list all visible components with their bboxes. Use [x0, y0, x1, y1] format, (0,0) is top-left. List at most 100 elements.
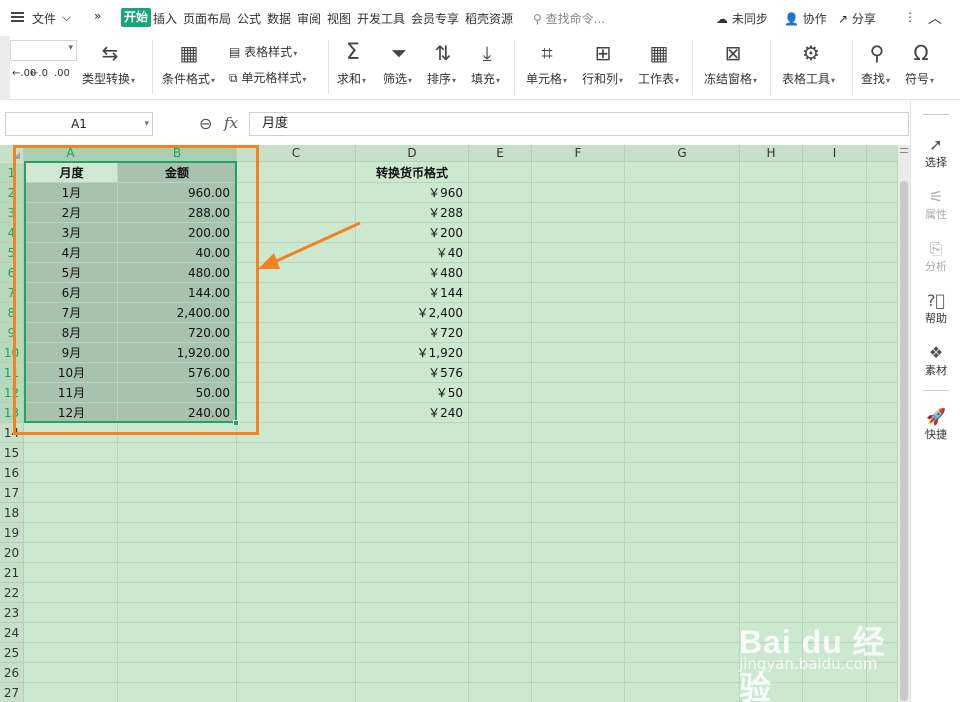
filter-button[interactable]: 筛选▾ [383, 70, 412, 87]
fx-icon[interactable]: fx [224, 114, 238, 132]
column-header-i[interactable]: I [803, 145, 867, 162]
cell-currency[interactable]: ￥576 [356, 363, 469, 383]
row-header-16[interactable]: 16 [0, 463, 24, 483]
cell-style-button[interactable]: ⧉ 单元格样式▾ [229, 69, 306, 86]
cell-button[interactable]: 单元格▾ [526, 70, 567, 87]
row-header-15[interactable]: 15 [0, 443, 24, 463]
tab-formulas[interactable]: 公式 [237, 10, 261, 27]
tab-page-layout[interactable]: 页面布局 [183, 10, 231, 27]
tab-member[interactable]: 会员专享 [411, 10, 459, 27]
row-header-22[interactable]: 22 [0, 583, 24, 603]
hamburger-menu-icon[interactable] [11, 12, 24, 22]
formula-bar: A1 ⊖ fx 月度 [0, 112, 914, 136]
panel-help[interactable]: ?⃝ 帮助 [911, 292, 960, 326]
name-box[interactable]: A1 [5, 112, 153, 136]
column-header-g[interactable]: G [625, 145, 740, 162]
conditional-format-button[interactable]: 条件格式▾ [162, 70, 215, 87]
panel-analyze[interactable]: ⎘ 分析 [911, 240, 960, 274]
row-header-25[interactable]: 25 [0, 643, 24, 663]
find-icon: ⚲ [869, 41, 885, 65]
row-header-18[interactable]: 18 [0, 503, 24, 523]
tab-data[interactable]: 数据 [267, 10, 291, 27]
share-button[interactable]: ↗ 分享 [838, 10, 876, 27]
worksheet-button[interactable]: 工作表▾ [638, 70, 679, 87]
ribbon-left-scroll[interactable] [0, 36, 10, 100]
row-header-23[interactable]: 23 [0, 603, 24, 623]
formula-input[interactable]: 月度 [249, 112, 909, 136]
sort-button[interactable]: 排序▾ [427, 70, 456, 87]
cell-currency[interactable]: ￥1,920 [356, 343, 469, 363]
grid-row-line [24, 602, 898, 603]
sync-label: 未同步 [731, 12, 768, 26]
tab-developer[interactable]: 开发工具 [357, 10, 405, 27]
more-options-icon[interactable]: ⋮ [904, 10, 916, 24]
row-header-20[interactable]: 20 [0, 543, 24, 563]
chevron-down-icon[interactable]: ⌵ [62, 10, 71, 25]
row-header-26[interactable]: 26 [0, 663, 24, 683]
cell-currency[interactable]: ￥288 [356, 203, 469, 223]
tab-insert[interactable]: 插入 [153, 10, 177, 27]
file-menu[interactable]: 文件 [32, 10, 56, 27]
row-header-21[interactable]: 21 [0, 563, 24, 583]
row-header-24[interactable]: 24 [0, 623, 24, 643]
decrease-decimal-button[interactable]: .00 [54, 68, 70, 79]
font-size-combo[interactable] [10, 40, 77, 61]
sync-button[interactable]: ☁ 未同步 [716, 10, 768, 27]
freeze-panes-icon: ⊠ [724, 41, 742, 65]
row-header-17[interactable]: 17 [0, 483, 24, 503]
grid-row-line [24, 522, 898, 523]
collab-button[interactable]: 👤 协作 [784, 10, 827, 27]
tab-review[interactable]: 审阅 [297, 10, 321, 27]
column-header-d[interactable]: D [356, 145, 469, 162]
cell-currency[interactable]: ￥240 [356, 403, 469, 423]
cell-currency[interactable]: ￥480 [356, 263, 469, 283]
help-icon: ?⃝ [926, 291, 946, 310]
collapse-ribbon-icon[interactable]: ︿ [928, 8, 942, 28]
tab-docer-resources[interactable]: 稻壳资源 [465, 10, 513, 27]
panel-quick[interactable]: 🚀 快捷 [911, 408, 960, 442]
cell-currency[interactable]: ￥960 [356, 183, 469, 203]
row-header-27[interactable]: 27 [0, 683, 24, 702]
sum-button[interactable]: 求和▾ [337, 70, 366, 87]
row-col-button[interactable]: 行和列▾ [582, 70, 623, 87]
increase-decimal-icon[interactable]: ←.0 [30, 68, 48, 79]
row-header-19[interactable]: 19 [0, 523, 24, 543]
cell-currency[interactable]: ￥2,400 [356, 303, 469, 323]
split-handle-icon[interactable] [900, 148, 908, 153]
panel-material[interactable]: ❖ 素材 [911, 344, 960, 378]
tab-start[interactable]: 开始 [121, 8, 152, 27]
material-icon: ❖ [928, 343, 944, 362]
column-header-e[interactable]: E [469, 145, 532, 162]
command-search[interactable]: ⚲ 查找命令... [533, 10, 605, 27]
watermark-url: jingyan.baidu.com [739, 655, 878, 673]
baidu-jingyan-watermark: Bai du 经验 jingyan.baidu.com [737, 615, 907, 702]
cell-currency[interactable]: ￥144 [356, 283, 469, 303]
column-header-h[interactable]: H [740, 145, 803, 162]
fill-button[interactable]: 填充▾ [471, 70, 500, 87]
cell-d1[interactable]: 转换货币格式 [356, 163, 468, 183]
cell-currency[interactable]: ￥720 [356, 323, 469, 343]
table-tools-button[interactable]: 表格工具▾ [782, 70, 835, 87]
collab-label: 协作 [802, 12, 827, 26]
worksheet-icon: ▦ [649, 41, 669, 65]
right-side-panel: ➚ 选择 ⚟ 属性 ⎘ 分析 ?⃝ 帮助 ❖ 素材 🚀 快捷 [910, 100, 960, 702]
search-icon: ⚲ [533, 12, 542, 26]
cell-currency[interactable]: ￥200 [356, 223, 469, 243]
column-header-f[interactable]: F [532, 145, 625, 162]
double-chevron-icon[interactable]: » [94, 9, 101, 23]
find-button[interactable]: 查找▾ [861, 70, 890, 87]
table-style-button[interactable]: ▤ 表格样式▾ [229, 43, 297, 60]
panel-properties[interactable]: ⚟ 属性 [911, 188, 960, 222]
freeze-panes-button[interactable]: 冻结窗格▾ [704, 70, 757, 87]
cell-currency[interactable]: ￥50 [356, 383, 469, 403]
type-convert-button[interactable]: 类型转换▾ [82, 70, 135, 87]
symbol-button[interactable]: 符号▾ [905, 70, 934, 87]
row-col-icon: ⊞ [594, 41, 612, 65]
cell-currency[interactable]: ￥40 [356, 243, 469, 263]
conditional-format-icon: ▦ [179, 41, 199, 65]
zoom-icon[interactable]: ⊖ [199, 114, 212, 133]
tab-view[interactable]: 视图 [327, 10, 351, 27]
share-icon: ↗ [838, 12, 849, 26]
panel-select[interactable]: ➚ 选择 [911, 136, 960, 170]
fill-icon: ⤓ [482, 41, 492, 65]
